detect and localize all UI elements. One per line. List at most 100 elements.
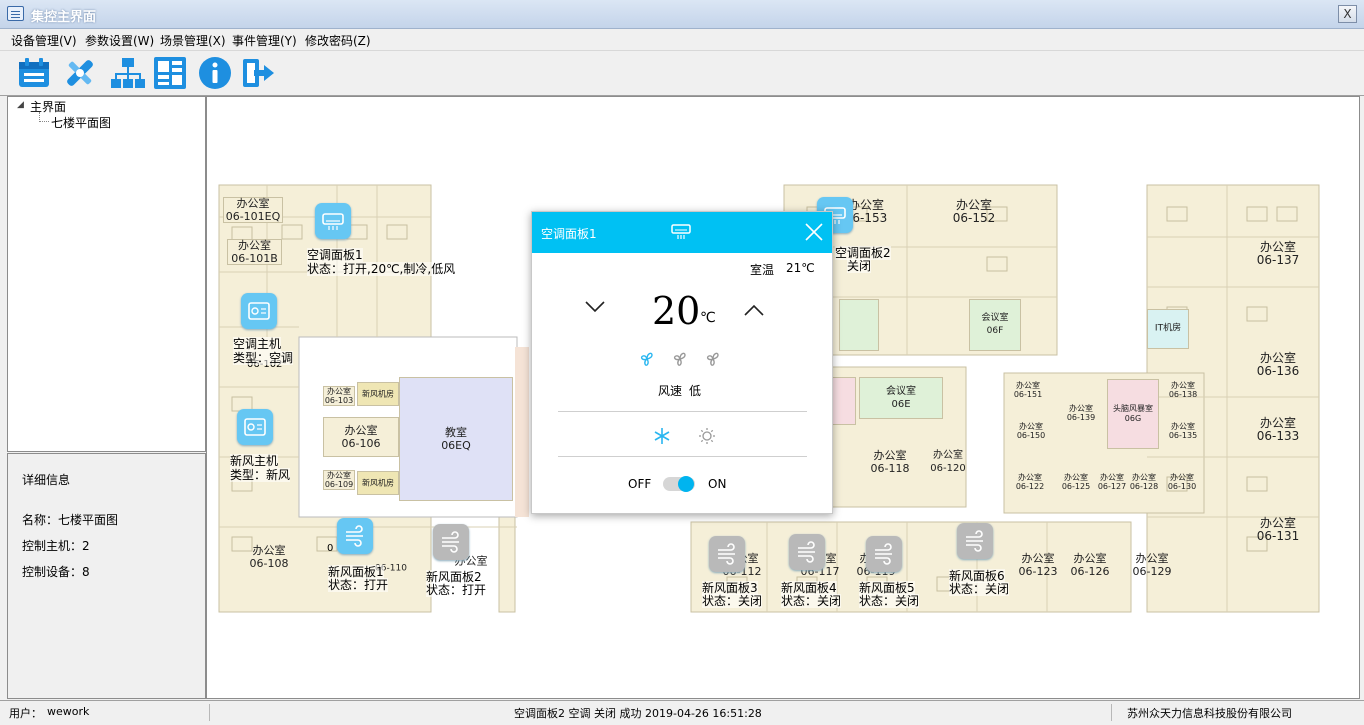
- fresh-air-panel-3-icon[interactable]: [709, 536, 745, 572]
- room-06-130: 办公室 06-130: [1167, 473, 1197, 491]
- room-06-109: 办公室 06-109: [323, 470, 355, 490]
- details-name: 名称：七楼平面图: [22, 513, 119, 527]
- tree-node-floor7[interactable]: 七楼平面图: [51, 114, 111, 131]
- room-meeting-left: [839, 299, 879, 351]
- fresh-air-panel-4-icon[interactable]: [789, 534, 825, 570]
- room-fresh-air-2: 新风机房: [357, 471, 399, 495]
- fresh-air-panel-1-status: 状态：打开: [328, 578, 389, 592]
- dialog-close-icon[interactable]: [804, 222, 824, 245]
- room-06-135: 办公室 06-135: [1168, 422, 1198, 440]
- room-06-partial-label: 0: [327, 543, 334, 554]
- room-06-152: 办公室 06-152: [952, 198, 996, 225]
- fresh-air-host-icon[interactable]: [237, 409, 273, 445]
- room-06EQ: 教室 06EQ: [399, 377, 513, 501]
- tree-node-root[interactable]: 主界面: [30, 98, 66, 115]
- exit-icon[interactable]: [240, 55, 276, 91]
- fresh-air-panel-2-status: 状态：打开: [426, 583, 487, 597]
- fresh-air-panel-2-name: 新风面板2: [426, 570, 482, 584]
- room-temp-value: 21℃: [786, 261, 815, 275]
- room-06-138: 办公室 06-138: [1168, 381, 1198, 399]
- layout-icon[interactable]: [152, 55, 188, 91]
- fresh-air-panel-5-icon[interactable]: [866, 536, 902, 572]
- room-06-106: 办公室 06-106: [323, 417, 399, 457]
- details-hosts: 控制主机：2: [22, 539, 90, 553]
- room-06-122: 办公室 06-122: [1015, 473, 1045, 491]
- room-06-127: 办公室 06-127: [1097, 473, 1127, 491]
- fan-mid-icon[interactable]: [671, 350, 689, 371]
- fresh-air-panel-3-name: 新风面板3: [702, 581, 758, 595]
- room-06-131: 办公室 06-131: [1256, 516, 1300, 543]
- status-user-label: 用户：: [9, 707, 42, 720]
- details-heading: 详细信息: [22, 473, 71, 487]
- menu-device[interactable]: 设备管理(V): [11, 32, 77, 49]
- power-on-label: ON: [708, 477, 727, 491]
- fresh-air-panel-3-status: 状态：关闭: [702, 594, 763, 608]
- room-06F: 会议室 06F: [969, 299, 1021, 351]
- room-fresh-air-1: 新风机房: [357, 382, 399, 406]
- ac-panel-1-icon[interactable]: [315, 203, 351, 239]
- close-button[interactable]: X: [1338, 5, 1357, 23]
- room-06-120: 办公室 06-120: [930, 450, 966, 474]
- fresh-air-panel-6-status: 状态：关闭: [949, 582, 1010, 596]
- status-bar: 用户： wework 空调面板2 空调 关闭 成功 2019-04-26 16:…: [0, 700, 1364, 725]
- fan-high-icon[interactable]: [704, 350, 722, 371]
- fresh-air-panel-1-icon[interactable]: [337, 518, 373, 554]
- room-06-126: 办公室 06-126: [1070, 552, 1110, 578]
- fresh-air-panel-1-name: 新风面板1: [328, 565, 384, 579]
- fan-speed-value: 低: [689, 384, 702, 398]
- room-06E: 会议室 06E: [859, 377, 943, 419]
- room-06-123: 办公室 06-123: [1018, 552, 1058, 578]
- power-toggle[interactable]: [663, 476, 695, 492]
- fan-low-icon[interactable]: [638, 350, 656, 371]
- menu-events[interactable]: 事件管理(Y): [232, 32, 297, 49]
- dialog-header: 空调面板1: [532, 212, 832, 253]
- room-06-101EQ: 办公室 06-101EQ: [223, 197, 283, 223]
- room-06-125: 办公室 06-125: [1061, 473, 1091, 491]
- fresh-air-panel-4-name: 新风面板4: [781, 581, 837, 595]
- menu-bar: 设备管理(V) 参数设置(W) 场景管理(X) 事件管理(Y) 修改密码(Z): [0, 29, 1364, 51]
- cool-mode-icon[interactable]: [653, 427, 671, 448]
- room-06G: 头脑风暴室 06G: [1107, 379, 1159, 449]
- room-temp-label: 室温: [750, 263, 775, 277]
- details-devices: 控制设备：8: [22, 565, 90, 579]
- room-06-136: 办公室 06-136: [1256, 351, 1300, 378]
- toolbar: [0, 51, 1364, 96]
- app-icon: [7, 6, 24, 21]
- room-06-101B: 办公室 06-101B: [227, 239, 282, 265]
- room-06-129: 办公室 06-129: [1132, 552, 1172, 578]
- status-separator: [1111, 704, 1112, 721]
- menu-password[interactable]: 修改密码(Z): [305, 32, 371, 49]
- room-06-150: 办公室 06-150: [1016, 422, 1046, 440]
- ac-host-type: 类型：空调: [233, 351, 294, 365]
- fresh-air-panel-6-icon[interactable]: [957, 523, 993, 559]
- menu-params[interactable]: 参数设置(W): [85, 32, 154, 49]
- info-icon[interactable]: [197, 55, 233, 91]
- fresh-air-panel-2-icon[interactable]: [433, 524, 469, 560]
- ac-control-dialog: 空调面板1 室温 21℃ 20 ℃ 风速 低 OFF ON: [531, 211, 833, 514]
- ac-unit-icon: [671, 223, 691, 244]
- power-off-label: OFF: [628, 477, 652, 491]
- fresh-air-panel-4-status: 状态：关闭: [781, 594, 842, 608]
- menu-scene[interactable]: 场景管理(X): [160, 32, 226, 49]
- tree-connector: [39, 121, 49, 122]
- fresh-air-panel-6-name: 新风面板6: [949, 569, 1005, 583]
- calendar-icon[interactable]: [16, 55, 52, 91]
- room-06-128: 办公室 06-128: [1129, 473, 1159, 491]
- heat-mode-icon[interactable]: [698, 427, 716, 448]
- temp-up-button[interactable]: [743, 303, 765, 320]
- settings-icon[interactable]: [62, 55, 98, 91]
- ac-host-icon[interactable]: [241, 293, 277, 329]
- status-separator: [209, 704, 210, 721]
- fresh-air-host-type: 类型：新风: [230, 468, 291, 482]
- room-it: IT机房: [1147, 309, 1189, 349]
- fresh-air-host-name: 新风主机: [230, 454, 279, 468]
- temp-down-button[interactable]: [584, 300, 606, 317]
- status-message: 空调面板2 空调 关闭 成功 2019-04-26 16:51:28: [514, 707, 762, 720]
- power-toggle-knob: [678, 476, 694, 492]
- fresh-air-panel-5-name: 新风面板5: [859, 581, 915, 595]
- hierarchy-icon[interactable]: [110, 55, 146, 91]
- window-title: 集控主界面: [31, 10, 97, 25]
- room-06-133: 办公室 06-133: [1256, 416, 1300, 443]
- status-company: 苏州众天力信息科技股份有限公司: [1127, 707, 1292, 720]
- tree-expand-icon[interactable]: ◢: [17, 100, 24, 110]
